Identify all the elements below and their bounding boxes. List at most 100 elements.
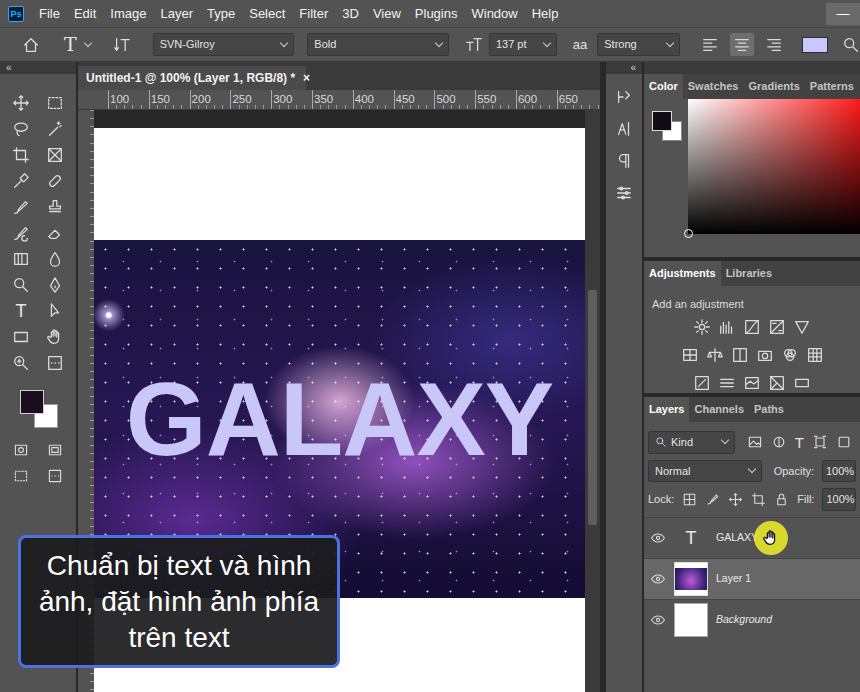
selcolor-icon[interactable] xyxy=(768,374,786,392)
screen-tool[interactable] xyxy=(38,437,72,463)
visibility-toggle[interactable] xyxy=(650,570,666,588)
parapanel-icon[interactable] xyxy=(615,152,633,170)
dodge-tool[interactable] xyxy=(4,272,38,298)
layer-name[interactable]: GALAXY xyxy=(716,530,758,546)
menu-item[interactable]: Plugins xyxy=(408,4,465,24)
shape-filter-icon[interactable] xyxy=(836,434,852,450)
layer-row[interactable]: TGALAXY xyxy=(644,517,860,558)
home-icon[interactable] xyxy=(22,36,40,54)
curves-icon[interactable] xyxy=(743,318,761,336)
menu-item[interactable]: View xyxy=(366,4,408,24)
close-button[interactable]: × xyxy=(303,69,310,87)
lockbrush-icon[interactable] xyxy=(705,492,720,507)
mixer-icon[interactable] xyxy=(781,346,799,364)
more-tool[interactable] xyxy=(38,350,72,376)
panel-tab[interactable]: Swatches xyxy=(683,74,744,99)
panel-tab[interactable]: Channels xyxy=(689,397,749,422)
adjustment-filter-icon[interactable] xyxy=(771,434,787,450)
photo-icon[interactable] xyxy=(756,346,774,364)
font-size-field[interactable]: 137 pt xyxy=(489,33,557,56)
checker-icon[interactable] xyxy=(682,492,697,507)
pen-tool[interactable] xyxy=(38,272,72,298)
lasso-tool[interactable] xyxy=(4,116,38,142)
layer-row[interactable]: Layer 1 xyxy=(644,558,860,599)
invert-icon[interactable] xyxy=(693,374,711,392)
menu-item[interactable]: Edit xyxy=(67,4,103,24)
pathsel-tool[interactable] xyxy=(38,298,72,324)
panel-tab[interactable]: Adjustments xyxy=(644,261,721,286)
histpanel-icon[interactable] xyxy=(615,88,633,106)
gradient-tool[interactable] xyxy=(4,246,38,272)
font-family-select[interactable]: SVN-Gilroy xyxy=(153,33,295,56)
quickmask-tool[interactable] xyxy=(4,437,38,463)
zoom-tool[interactable] xyxy=(4,350,38,376)
layer-name[interactable]: Background xyxy=(716,612,772,628)
bw-icon[interactable] xyxy=(731,346,749,364)
charpanel-icon[interactable] xyxy=(615,120,633,138)
foreground-color[interactable] xyxy=(652,111,672,131)
text-color-swatch[interactable] xyxy=(802,37,828,53)
more-tool[interactable] xyxy=(38,463,72,489)
vibrance-icon[interactable] xyxy=(793,318,811,336)
toggle-orientation-icon[interactable] xyxy=(113,36,131,54)
brush-tool[interactable] xyxy=(4,194,38,220)
transform-filter-icon[interactable] xyxy=(812,434,828,450)
frame-tool[interactable] xyxy=(38,142,72,168)
type-tool[interactable]: T xyxy=(4,298,38,324)
layer-row[interactable]: Background xyxy=(644,599,860,640)
artboard-icon[interactable] xyxy=(751,492,766,507)
heal-tool[interactable] xyxy=(38,168,72,194)
document-tab[interactable]: Untitled-1 @ 100% (Layer 1, RGB/8) *× xyxy=(78,66,306,90)
huesat-icon[interactable] xyxy=(681,346,699,364)
balance-icon[interactable] xyxy=(706,346,724,364)
rect-tool[interactable] xyxy=(4,324,38,350)
lookup-icon[interactable] xyxy=(806,346,824,364)
panel-tab[interactable]: Patterns xyxy=(805,74,859,99)
poster-icon[interactable] xyxy=(718,374,736,392)
blend-mode-select[interactable]: Normal xyxy=(648,460,762,483)
eraser-tool[interactable] xyxy=(38,220,72,246)
menu-item[interactable]: 3D xyxy=(335,4,366,24)
picker-marker[interactable] xyxy=(684,229,693,238)
menu-item[interactable]: Select xyxy=(242,4,292,24)
foreground-color[interactable] xyxy=(20,390,44,414)
minimize-button[interactable]: — xyxy=(826,3,860,25)
color-picker[interactable] xyxy=(688,99,860,234)
collapse-button[interactable]: « xyxy=(606,62,642,74)
panel-tab[interactable]: Gradients xyxy=(743,74,804,99)
menu-item[interactable]: Type xyxy=(200,4,242,24)
filter-kind-select[interactable]: Kind xyxy=(648,431,735,454)
blur-tool[interactable] xyxy=(38,246,72,272)
layer-name[interactable]: Layer 1 xyxy=(716,571,751,587)
align-left-button[interactable] xyxy=(698,33,722,56)
align-right-button[interactable] xyxy=(762,33,786,56)
exposure-icon[interactable] xyxy=(768,318,786,336)
scroll-thumb[interactable] xyxy=(588,290,597,525)
eyedropper-tool[interactable] xyxy=(4,168,38,194)
marquee-tool[interactable] xyxy=(4,463,38,489)
history-tool[interactable] xyxy=(4,220,38,246)
threshold-icon[interactable] xyxy=(743,374,761,392)
tool-preset[interactable]: T xyxy=(64,35,91,54)
panel-tab[interactable]: Color xyxy=(644,74,683,99)
panel-tab[interactable]: Paths xyxy=(749,397,789,422)
crop-tool[interactable] xyxy=(4,142,38,168)
opacity-field[interactable]: 100% xyxy=(822,460,856,483)
visibility-toggle[interactable] xyxy=(650,529,666,547)
menu-item[interactable]: Help xyxy=(525,4,566,24)
sliders-icon[interactable] xyxy=(615,184,633,202)
hand-tool[interactable] xyxy=(38,324,72,350)
pixel-filter-icon[interactable] xyxy=(747,434,763,450)
collapse-button[interactable]: « xyxy=(0,62,76,74)
menu-item[interactable]: File xyxy=(32,4,67,24)
align-center-button[interactable] xyxy=(730,33,754,56)
search-icon[interactable] xyxy=(842,36,860,54)
type-filter-glyph[interactable]: T xyxy=(795,435,804,450)
move-tool[interactable] xyxy=(4,90,38,116)
vertical-scrollbar[interactable] xyxy=(585,110,600,692)
menu-item[interactable]: Window xyxy=(464,4,524,24)
menu-item[interactable]: Layer xyxy=(154,4,201,24)
menu-item[interactable]: Filter xyxy=(292,4,335,24)
fill-field[interactable]: 100% xyxy=(822,488,856,511)
sun-icon[interactable] xyxy=(693,318,711,336)
